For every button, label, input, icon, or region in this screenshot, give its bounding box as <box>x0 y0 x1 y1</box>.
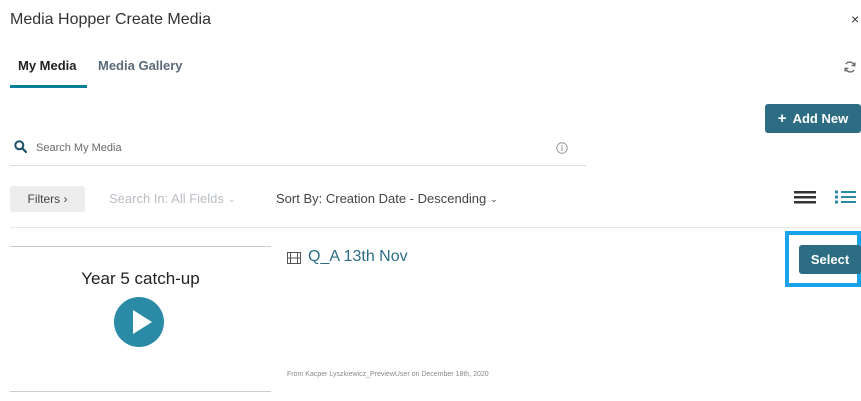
play-icon[interactable] <box>113 296 165 348</box>
search-in-dropdown[interactable]: Search In: All Fields ⌄ <box>109 191 235 206</box>
filters-button[interactable]: Filters › <box>10 186 85 212</box>
chevron-down-icon: ⌄ <box>227 194 236 204</box>
window-title: Media Hopper Create Media <box>10 11 211 28</box>
chevron-down-icon: ⌄ <box>490 194 498 204</box>
plus-icon: + <box>777 110 787 127</box>
detailed-view-icon[interactable] <box>834 189 856 205</box>
close-button[interactable]: × <box>851 11 859 27</box>
sort-by-dropdown[interactable]: Sort By: Creation Date - Descending ⌄ <box>276 191 498 206</box>
sort-by-label: Sort By: Creation Date - Descending <box>276 191 487 206</box>
select-button[interactable]: Select <box>799 245 861 274</box>
thumbnail-title: Year 5 catch-up <box>81 269 200 288</box>
search-icon <box>14 140 27 153</box>
media-entry-title[interactable]: Q_A 13th Nov <box>308 248 408 266</box>
list-view-icon[interactable] <box>794 189 816 205</box>
search-input[interactable] <box>36 138 536 158</box>
add-new-label: Add New <box>792 111 849 126</box>
info-icon <box>556 142 568 154</box>
tab-media-gallery[interactable]: Media Gallery <box>98 58 183 73</box>
search-divider <box>10 165 586 166</box>
refresh-icon[interactable] <box>843 60 857 74</box>
search-in-label: Search In: All Fields <box>109 191 224 206</box>
active-tab-indicator <box>10 85 87 88</box>
toolbar-divider <box>10 227 861 228</box>
video-icon <box>287 252 301 264</box>
media-thumbnail[interactable]: Year 5 catch-up <box>10 246 271 392</box>
media-entry-meta: From Kacper Lyszkiewicz_PreviewUser on D… <box>287 371 489 378</box>
tab-my-media[interactable]: My Media <box>18 58 77 73</box>
add-new-button[interactable]: + Add New <box>765 104 861 133</box>
